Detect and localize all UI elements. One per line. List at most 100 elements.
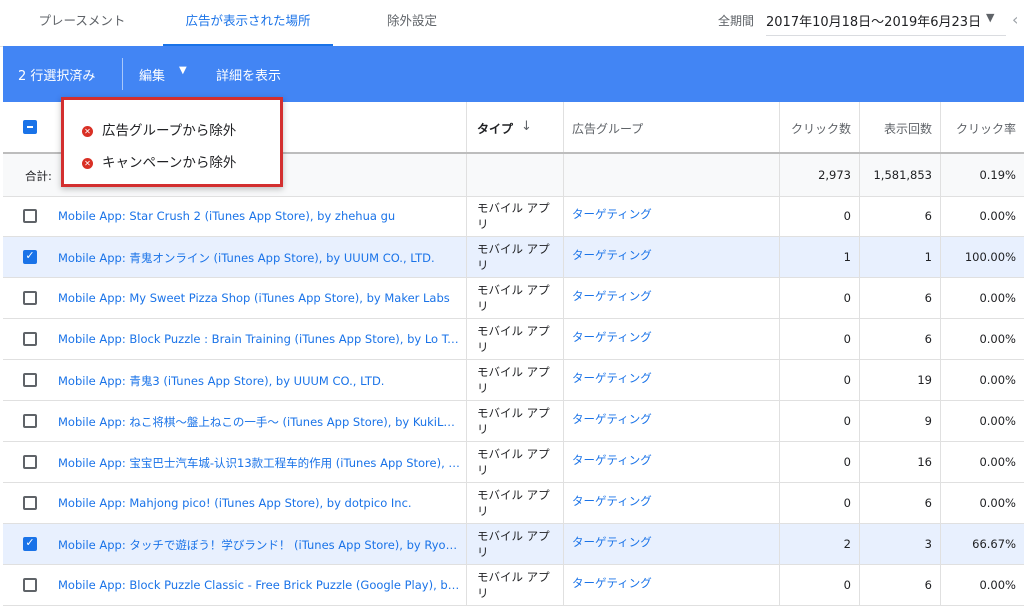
table-row: Mobile App: Block Puzzle : Brain Trainin… bbox=[3, 319, 1024, 360]
placement-link[interactable]: Mobile App: 青鬼オンライン (iTunes App Store), … bbox=[58, 237, 460, 277]
clicks-cell: 0 bbox=[779, 565, 859, 605]
impressions-cell: 6 bbox=[859, 483, 940, 523]
placement-link[interactable]: Mobile App: Star Crush 2 (iTunes App Sto… bbox=[58, 196, 460, 236]
row-checkbox[interactable]: ✓ bbox=[23, 249, 37, 264]
row-checkbox[interactable] bbox=[23, 496, 37, 510]
table-row: Mobile App: 青鬼3 (iTunes App Store), by U… bbox=[3, 360, 1024, 401]
placement-link[interactable]: Mobile App: 青鬼3 (iTunes App Store), by U… bbox=[58, 360, 460, 400]
impressions-cell: 6 bbox=[859, 565, 940, 605]
clicks-cell: 0 bbox=[779, 401, 859, 441]
placement-link[interactable]: Mobile App: Mahjong pico! (iTunes App St… bbox=[58, 483, 460, 523]
table-row: ✓ Mobile App: タッチで遊ぼう！学びランド！ (iTunes App … bbox=[3, 524, 1024, 565]
clicks-column-header[interactable]: クリック数 bbox=[779, 102, 859, 152]
divider bbox=[122, 58, 123, 90]
total-ctr: 0.19% bbox=[940, 154, 1024, 196]
ad-group-link[interactable]: ターゲティング bbox=[563, 319, 779, 359]
clicks-cell: 0 bbox=[779, 278, 859, 318]
ad-group-link[interactable]: ターゲティング bbox=[563, 524, 779, 564]
top-tab-bar: プレースメント 広告が表示された場所 除外設定 全期間 2017年10月18日〜… bbox=[0, 0, 1024, 47]
date-range-label: 全期間 bbox=[718, 14, 755, 28]
placement-link[interactable]: Mobile App: ねこ将棋〜盤上ねこの一手〜 (iTunes App St… bbox=[58, 401, 460, 441]
remove-circle-icon: ✕ bbox=[82, 157, 93, 169]
type-cell: モバイル アプリ bbox=[466, 360, 563, 400]
type-cell: モバイル アプリ bbox=[466, 237, 563, 277]
table-row: Mobile App: ねこ将棋〜盤上ねこの一手〜 (iTunes App St… bbox=[3, 401, 1024, 442]
ad-group-link[interactable]: ターゲティング bbox=[563, 237, 779, 277]
tab-exclusions[interactable]: 除外設定 bbox=[364, 0, 460, 44]
arrow-down-icon: ↓ bbox=[521, 119, 532, 134]
impressions-column-header[interactable]: 表示回数 bbox=[859, 102, 940, 152]
type-cell: モバイル アプリ bbox=[466, 565, 563, 605]
edit-dropdown-menu: ✕ 広告グループから除外 ✕ キャンペーンから除外 bbox=[61, 97, 283, 187]
impressions-cell: 3 bbox=[859, 524, 940, 564]
ctr-cell: 0.00% bbox=[940, 360, 1024, 400]
ctr-cell: 0.00% bbox=[940, 319, 1024, 359]
chevron-left-icon[interactable]: ‹ bbox=[1012, 10, 1018, 29]
row-checkbox[interactable] bbox=[23, 332, 37, 346]
placement-link[interactable]: Mobile App: タッチで遊ぼう！学びランド！ (iTunes App S… bbox=[58, 524, 460, 564]
show-details-button[interactable]: 詳細を表示 bbox=[216, 65, 281, 84]
type-cell: モバイル アプリ bbox=[466, 196, 563, 236]
row-checkbox[interactable] bbox=[23, 373, 37, 387]
type-cell: モバイル アプリ bbox=[466, 401, 563, 441]
selection-bar: 2 行選択済み 編集 ▼ 詳細を表示 bbox=[3, 46, 1024, 102]
placement-link[interactable]: Mobile App: Block Puzzle : Brain Trainin… bbox=[58, 319, 460, 359]
ctr-cell: 0.00% bbox=[940, 483, 1024, 523]
clicks-cell: 1 bbox=[779, 237, 859, 277]
exclude-from-ad-group-menu-item[interactable]: ✕ 広告グループから除外 bbox=[82, 120, 236, 142]
type-cell: モバイル アプリ bbox=[466, 278, 563, 318]
placement-link[interactable]: Mobile App: 宝宝巴士汽车城-认识13款工程车的作用 (iTunes … bbox=[58, 442, 460, 482]
row-checkbox[interactable] bbox=[23, 291, 37, 305]
table-row: Mobile App: Block Puzzle Classic - Free … bbox=[3, 565, 1024, 606]
clicks-cell: 0 bbox=[779, 196, 859, 236]
table-row: Mobile App: Star Crush 2 (iTunes App Sto… bbox=[3, 196, 1024, 237]
type-cell: モバイル アプリ bbox=[466, 442, 563, 482]
ad-group-link[interactable]: ターゲティング bbox=[563, 565, 779, 605]
clicks-cell: 0 bbox=[779, 319, 859, 359]
tab-placements[interactable]: プレースメント bbox=[22, 0, 142, 44]
chevron-down-icon[interactable]: ▼ bbox=[986, 11, 994, 24]
ad-group-link[interactable]: ターゲティング bbox=[563, 196, 779, 236]
caret-down-icon[interactable]: ▼ bbox=[179, 65, 187, 76]
row-checkbox[interactable] bbox=[23, 209, 37, 223]
ad-group-link[interactable]: ターゲティング bbox=[563, 483, 779, 523]
ad-group-link[interactable]: ターゲティング bbox=[563, 278, 779, 318]
ad-group-link[interactable]: ターゲティング bbox=[563, 401, 779, 441]
impressions-cell: 16 bbox=[859, 442, 940, 482]
ctr-column-header[interactable]: クリック率 bbox=[940, 102, 1024, 152]
ctr-cell: 66.67% bbox=[940, 524, 1024, 564]
table-row: Mobile App: Mahjong pico! (iTunes App St… bbox=[3, 483, 1024, 524]
impressions-cell: 6 bbox=[859, 319, 940, 359]
total-impressions: 1,581,853 bbox=[859, 154, 940, 196]
ctr-cell: 0.00% bbox=[940, 196, 1024, 236]
clicks-cell: 0 bbox=[779, 360, 859, 400]
row-checkbox[interactable] bbox=[23, 414, 37, 428]
date-range-selector[interactable]: 2017年10月18日〜2019年6月23日 bbox=[766, 11, 981, 30]
type-column-header[interactable]: タイプ ↓ bbox=[466, 102, 563, 152]
exclude-from-campaign-menu-item[interactable]: ✕ キャンペーンから除外 bbox=[82, 152, 236, 174]
row-checkbox[interactable] bbox=[23, 578, 37, 592]
select-all-checkbox[interactable] bbox=[23, 120, 37, 134]
ctr-cell: 0.00% bbox=[940, 565, 1024, 605]
placement-link[interactable]: Mobile App: My Sweet Pizza Shop (iTunes … bbox=[58, 278, 460, 318]
remove-circle-icon: ✕ bbox=[82, 125, 93, 137]
type-cell: モバイル アプリ bbox=[466, 524, 563, 564]
tab-where-ads-showed[interactable]: 広告が表示された場所 bbox=[163, 0, 333, 46]
clicks-cell: 0 bbox=[779, 442, 859, 482]
row-checkbox[interactable]: ✓ bbox=[23, 536, 37, 551]
type-cell: モバイル アプリ bbox=[466, 319, 563, 359]
edit-button[interactable]: 編集 bbox=[139, 65, 165, 84]
total-label: 合計: bbox=[25, 169, 52, 183]
table-row: Mobile App: My Sweet Pizza Shop (iTunes … bbox=[3, 278, 1024, 319]
row-checkbox[interactable] bbox=[23, 455, 37, 469]
ad-group-link[interactable]: ターゲティング bbox=[563, 442, 779, 482]
impressions-cell: 6 bbox=[859, 196, 940, 236]
placement-link[interactable]: Mobile App: Block Puzzle Classic - Free … bbox=[58, 565, 460, 605]
ad-group-column-header[interactable]: 広告グループ bbox=[563, 102, 779, 152]
impressions-cell: 19 bbox=[859, 360, 940, 400]
table-row: ✓ Mobile App: 青鬼オンライン (iTunes App Store),… bbox=[3, 237, 1024, 278]
ad-group-link[interactable]: ターゲティング bbox=[563, 360, 779, 400]
ctr-cell: 0.00% bbox=[940, 401, 1024, 441]
date-underline bbox=[766, 35, 1006, 36]
ctr-cell: 0.00% bbox=[940, 278, 1024, 318]
